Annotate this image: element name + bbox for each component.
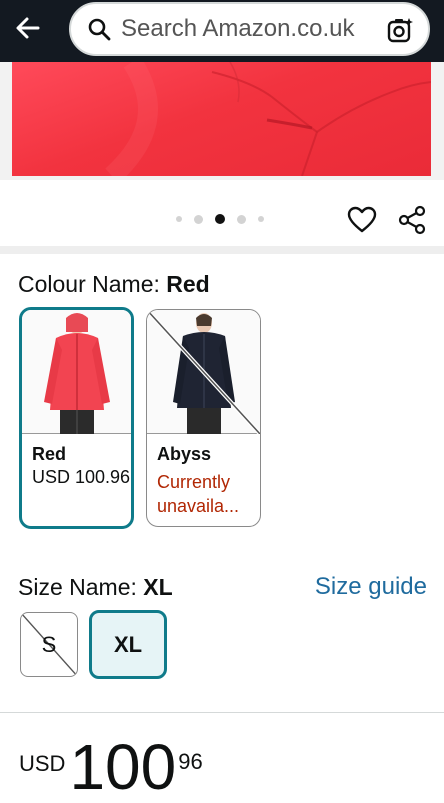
back-button[interactable] xyxy=(10,10,46,46)
heart-icon[interactable] xyxy=(347,205,377,235)
abyss-jacket-thumbnail xyxy=(147,310,260,436)
product-image[interactable] xyxy=(12,62,431,176)
red-jacket-thumbnail xyxy=(22,310,131,434)
price-currency: USD xyxy=(19,751,66,776)
colour-option-price: USD 100.96 xyxy=(32,467,131,487)
colour-name-label: Colour Name: xyxy=(18,271,167,297)
search-input[interactable] xyxy=(121,15,371,43)
price-whole: 100 xyxy=(69,731,177,803)
colour-name-value: Red xyxy=(166,271,210,297)
price-display: USD 100 96 xyxy=(19,735,203,799)
product-image-area xyxy=(0,62,444,180)
size-name-value: XL xyxy=(143,574,173,600)
carousel-dot xyxy=(237,214,246,224)
section-divider xyxy=(0,712,444,713)
carousel-dot-active xyxy=(215,214,225,224)
search-bar[interactable] xyxy=(69,2,430,56)
colour-option-name: Abyss xyxy=(157,444,212,464)
size-option-xl[interactable]: XL xyxy=(89,610,167,679)
size-option-label: S xyxy=(41,631,57,657)
colour-name-heading: Colour Name: Red xyxy=(18,271,210,298)
camera-search-icon[interactable] xyxy=(386,16,414,44)
search-icon xyxy=(88,18,111,41)
carousel-dot xyxy=(258,216,264,222)
size-option-s[interactable]: S xyxy=(20,612,78,677)
top-bar xyxy=(0,0,444,62)
colour-option-name: Red xyxy=(32,444,67,464)
size-name-heading: Size Name: XL xyxy=(18,574,173,601)
colour-option-abyss[interactable]: Abyss Currently unavaila... xyxy=(146,309,261,527)
carousel-indicator xyxy=(176,214,264,224)
price-fraction: 96 xyxy=(178,749,203,774)
colour-option-red[interactable]: Red USD 100.96 xyxy=(19,307,134,529)
size-option-label: XL xyxy=(113,631,143,657)
section-divider xyxy=(0,246,444,254)
share-icon[interactable] xyxy=(397,205,427,235)
size-guide-link[interactable]: Size guide xyxy=(315,573,427,601)
carousel-dot xyxy=(194,214,203,224)
back-arrow-icon xyxy=(16,17,40,39)
colour-option-availability: Currently unavaila... xyxy=(157,472,240,516)
size-name-label: Size Name: xyxy=(18,574,144,600)
carousel-dot xyxy=(176,216,182,222)
